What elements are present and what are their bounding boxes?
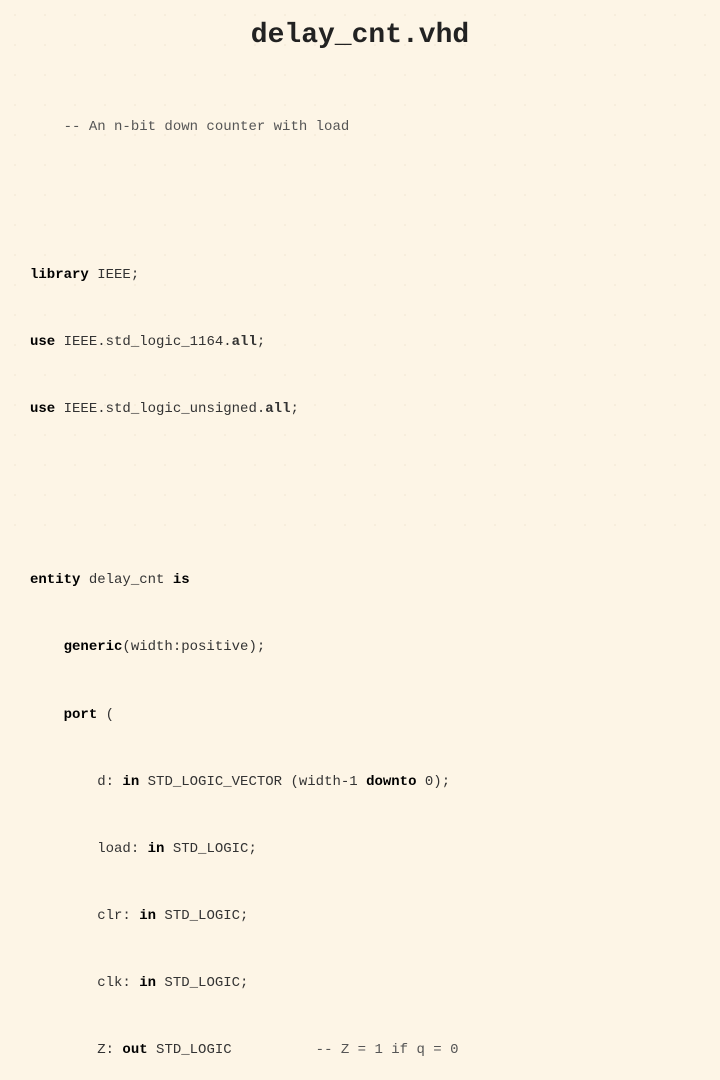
port-load-line: load: in STD_LOGIC;	[30, 838, 690, 860]
downto-keyword: downto	[366, 774, 416, 790]
page-container: delay_cnt.vhd -- An n-bit down counter w…	[0, 0, 720, 540]
entity-line: entity delay_cnt is	[30, 569, 690, 591]
library-line: library IEEE;	[30, 264, 690, 286]
code-block: -- An n-bit down counter with load libra…	[30, 71, 690, 1080]
page-title: delay_cnt.vhd	[30, 20, 690, 51]
is-keyword: is	[173, 572, 190, 588]
use-rest-1: IEEE.std_logic_1164.all;	[55, 334, 265, 350]
use-keyword-2: use	[30, 401, 55, 417]
use-keyword-1: use	[30, 334, 55, 350]
generic-keyword: generic	[64, 639, 123, 655]
use-line-1: use IEEE.std_logic_1164.all;	[30, 331, 690, 353]
library-rest: IEEE;	[89, 267, 139, 283]
in-keyword-d: in	[122, 774, 139, 790]
in-keyword-clr: in	[139, 908, 156, 924]
use-rest-2: IEEE.std_logic_unsigned.all;	[55, 401, 299, 417]
in-keyword-load: in	[148, 841, 165, 857]
port-open-rest: (	[97, 707, 114, 723]
out-keyword-z: out	[122, 1042, 147, 1058]
entity-name: delay_cnt	[80, 572, 172, 588]
port-z-line: Z: out STD_LOGIC -- Z = 1 if q = 0	[30, 1039, 690, 1061]
generic-rest: (width:positive);	[122, 639, 265, 655]
library-keyword: library	[30, 267, 89, 283]
port-clr-line: clr: in STD_LOGIC;	[30, 905, 690, 927]
port-keyword: port	[64, 707, 98, 723]
entity-keyword: entity	[30, 572, 80, 588]
z-comment: -- Z = 1 if q = 0	[316, 1042, 459, 1058]
port-open-line: port (	[30, 704, 690, 726]
comment-line: -- An n-bit down counter with load	[64, 119, 350, 135]
port-d-line: d: in STD_LOGIC_VECTOR (width-1 downto 0…	[30, 771, 690, 793]
generic-line: generic(width:positive);	[30, 636, 690, 658]
use-line-2: use IEEE.std_logic_unsigned.all;	[30, 398, 690, 420]
port-clk-line: clk: in STD_LOGIC;	[30, 972, 690, 994]
in-keyword-clk: in	[139, 975, 156, 991]
